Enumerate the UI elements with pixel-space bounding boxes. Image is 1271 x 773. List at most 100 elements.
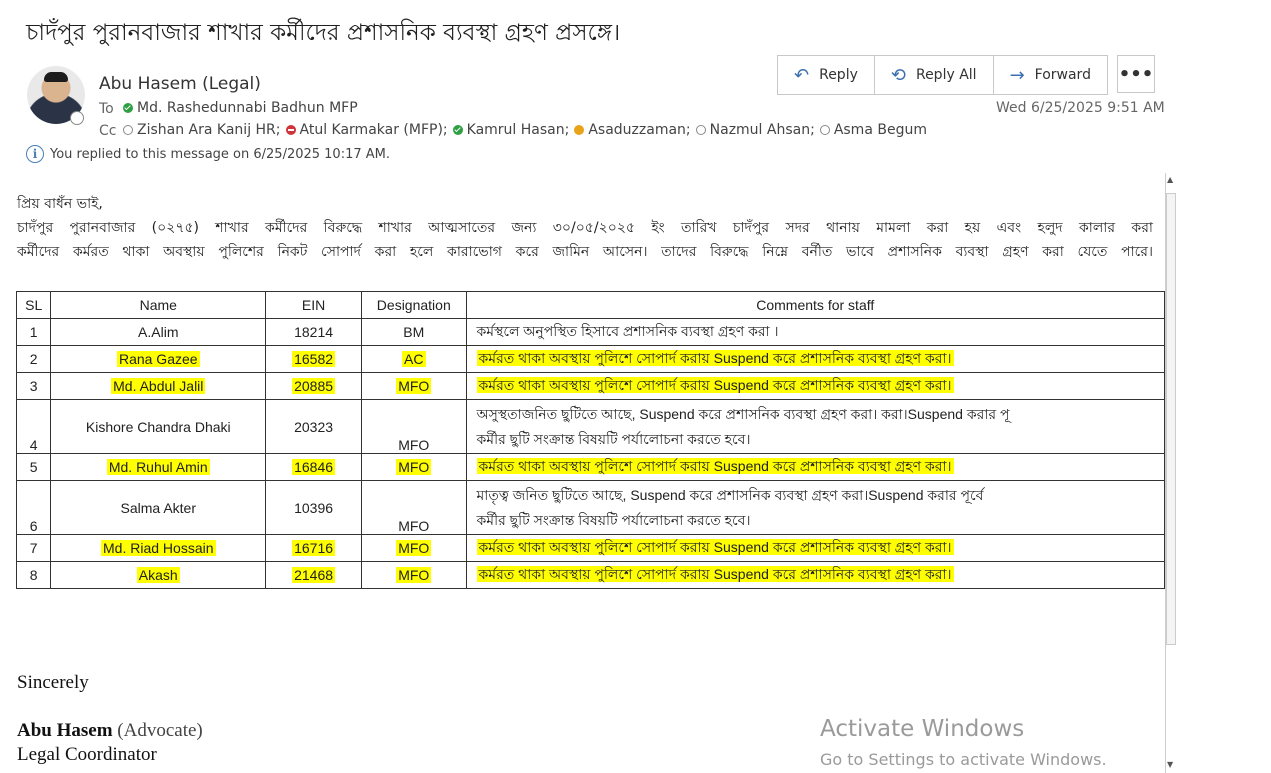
cell-comment-line-2: কর্মীর ছুটি সংক্রান্ত বিষয়টি পর্যালোচনা… bbox=[476, 430, 751, 447]
header-name: Name bbox=[50, 291, 267, 319]
cell-comment: কর্মস্থলে অনুপস্থিত হিসাবে প্রশাসনিক ব্য… bbox=[465, 318, 1165, 346]
cell-sl-text: 1 bbox=[29, 324, 38, 340]
scroll-up-icon[interactable]: ▲ bbox=[1167, 175, 1173, 184]
cell-comment: কর্মরত থাকা অবস্থায় পুলিশে সোপার্দ করায… bbox=[465, 372, 1165, 400]
cell-sl: 5 bbox=[15, 453, 52, 481]
cell-sl-text: 3 bbox=[29, 378, 38, 394]
header-designation: Designation bbox=[361, 291, 467, 319]
cell-ein-text: 20323 bbox=[294, 418, 334, 435]
cell-designation-text: MFO bbox=[396, 540, 432, 556]
body-paragraph-line-2: কর্মীদের কর্মরত থাকা অবস্থায় পুলিশের নি… bbox=[17, 244, 1153, 260]
cell-sl: 7 bbox=[15, 534, 52, 562]
cell-comment: কর্মরত থাকা অবস্থায় পুলিশে সোপার্দ করায… bbox=[465, 561, 1165, 589]
signature-closing: Sincerely bbox=[17, 672, 89, 693]
cell-comment-text: কর্মস্থলে অনুপস্থিত হিসাবে প্রশাসনিক ব্য… bbox=[476, 323, 779, 339]
cell-name: Rana Gazee bbox=[50, 345, 267, 373]
cell-designation: AC bbox=[361, 345, 467, 373]
signature-role: Legal Coordinator bbox=[17, 744, 157, 765]
cell-sl-text: 6 bbox=[29, 518, 38, 534]
salutation: প্রিয় বাধঁন ভাই, bbox=[17, 196, 103, 212]
cell-designation-text: MFO bbox=[396, 567, 432, 583]
cell-designation-text: MFO bbox=[398, 518, 430, 534]
signature-name: Abu Hasem bbox=[17, 720, 113, 741]
cell-name-text: Md. Riad Hossain bbox=[101, 540, 216, 556]
cell-sl: 6 bbox=[15, 480, 52, 535]
cell-comment: কর্মরত থাকা অবস্থায় পুলিশে সোপার্দ করায… bbox=[465, 345, 1165, 373]
cell-comment-line-2: কর্মীর ছুটি সংক্রান্ত বিষয়টি পর্যালোচনা… bbox=[476, 511, 751, 528]
scroll-down-icon[interactable]: ▼ bbox=[1167, 760, 1173, 769]
cell-ein-text: 16716 bbox=[292, 540, 336, 556]
activate-windows-title: Activate Windows bbox=[820, 716, 1025, 742]
cell-comment-text: কর্মরত থাকা অবস্থায় পুলিশে সোপার্দ করায… bbox=[476, 566, 954, 582]
signature-name-line: Abu Hasem (Advocate) bbox=[17, 720, 203, 742]
header-ein: EIN bbox=[265, 291, 363, 319]
table-row: 4 Kishore Chandra Dhaki 20323 MFO অসুস্থতাজন… bbox=[15, 399, 1165, 454]
cell-sl-text: 8 bbox=[29, 567, 38, 583]
cell-sl: 3 bbox=[15, 372, 52, 400]
cell-ein: 16582 bbox=[265, 345, 363, 373]
cell-sl-text: 2 bbox=[29, 351, 38, 367]
table-row: 6 Salma Akter 10396 MFO মাতৃত্ব জনিত ছুটিতে … bbox=[15, 480, 1165, 535]
cell-ein-text: 18214 bbox=[294, 324, 334, 340]
cell-ein-text: 21468 bbox=[292, 567, 336, 583]
table-header-row: SL Name EIN Designation Comments for sta… bbox=[15, 291, 1165, 319]
scrollbar-thumb[interactable] bbox=[1166, 193, 1176, 645]
header-comments: Comments for staff bbox=[465, 291, 1165, 319]
cell-name-text: A.Alim bbox=[138, 324, 179, 340]
cell-comment: অসুস্থতাজনিত ছুটিতে আছে, Suspend করে প্র… bbox=[465, 399, 1165, 454]
cell-designation: MFO bbox=[361, 453, 467, 481]
cell-name-text: Kishore Chandra Dhaki bbox=[85, 418, 231, 435]
cell-designation: MFO bbox=[361, 399, 467, 454]
cell-designation-text: BM bbox=[403, 324, 425, 340]
cell-ein: 21468 bbox=[265, 561, 363, 589]
table-row: 5 Md. Ruhul Amin 16846 MFO কর্মরত থাকা অবস্থ… bbox=[15, 453, 1165, 481]
cell-comment: কর্মরত থাকা অবস্থায় পুলিশে সোপার্দ করায… bbox=[465, 453, 1165, 481]
cell-designation: MFO bbox=[361, 534, 467, 562]
cell-sl: 2 bbox=[15, 345, 52, 373]
cell-ein: 20885 bbox=[265, 372, 363, 400]
cell-comment-text: কর্মরত থাকা অবস্থায় পুলিশে সোপার্দ করায… bbox=[476, 458, 954, 474]
cell-ein: 20323 bbox=[265, 399, 363, 454]
cell-designation-text: MFO bbox=[396, 378, 432, 394]
cell-name: Md. Abdul Jalil bbox=[50, 372, 267, 400]
cell-sl: 4 bbox=[15, 399, 52, 454]
cell-comment-text: মাতৃত্ব জনিত ছুটিতে আছে, Suspend করে প্র… bbox=[476, 486, 984, 503]
cell-ein-text: 16846 bbox=[292, 459, 336, 475]
staff-table: SL Name EIN Designation Comments for sta… bbox=[15, 291, 1165, 589]
cell-comment-text: কর্মরত থাকা অবস্থায় পুলিশে সোপার্দ করায… bbox=[476, 377, 954, 393]
cell-comment-text: কর্মরত থাকা অবস্থায় পুলিশে সোপার্দ করায… bbox=[476, 539, 954, 555]
cell-sl-text: 5 bbox=[29, 459, 38, 475]
cell-comment-text: অসুস্থতাজনিত ছুটিতে আছে, Suspend করে প্র… bbox=[476, 405, 1010, 422]
table-row: 2 Rana Gazee 16582 AC কর্মরত থাকা অবস্থায় প… bbox=[15, 345, 1165, 373]
cell-sl-text: 7 bbox=[29, 540, 38, 556]
activate-windows-subtitle: Go to Settings to activate Windows. bbox=[820, 750, 1107, 769]
cell-designation: BM bbox=[361, 318, 467, 346]
body-paragraph-line-1: চাদঁপুর পুরানবাজার (০২৭৫) শাখার কর্মীদের… bbox=[17, 220, 1153, 236]
cell-name-text: Md. Ruhul Amin bbox=[106, 459, 210, 475]
vertical-scrollbar[interactable]: ▲ ▼ bbox=[1165, 173, 1176, 773]
cell-designation: MFO bbox=[361, 480, 467, 535]
cell-name: A.Alim bbox=[50, 318, 267, 346]
cell-sl: 1 bbox=[15, 318, 52, 346]
table-row: 3 Md. Abdul Jalil 20885 MFO কর্মরত থাকা অবস্… bbox=[15, 372, 1165, 400]
cell-name-text: Akash bbox=[136, 567, 180, 583]
table-row: 7 Md. Riad Hossain 16716 MFO কর্মরত থাকা অবস… bbox=[15, 534, 1165, 562]
cell-name: Md. Riad Hossain bbox=[50, 534, 267, 562]
cell-comment-text: কর্মরত থাকা অবস্থায় পুলিশে সোপার্দ করায… bbox=[476, 350, 954, 366]
cell-designation-text: MFO bbox=[398, 437, 430, 453]
cell-ein-text: 10396 bbox=[294, 499, 334, 516]
table-row: 8 Akash 21468 MFO কর্মরত থাকা অবস্থায় পুলিশ… bbox=[15, 561, 1165, 589]
cell-ein: 16846 bbox=[265, 453, 363, 481]
cell-name: Salma Akter bbox=[50, 480, 267, 535]
cell-name: Kishore Chandra Dhaki bbox=[50, 399, 267, 454]
cell-ein: 10396 bbox=[265, 480, 363, 535]
cell-designation: MFO bbox=[361, 561, 467, 589]
signature-title: (Advocate) bbox=[117, 720, 203, 741]
cell-comment: মাতৃত্ব জনিত ছুটিতে আছে, Suspend করে প্র… bbox=[465, 480, 1165, 535]
cell-designation: MFO bbox=[361, 372, 467, 400]
cell-comment: কর্মরত থাকা অবস্থায় পুলিশে সোপার্দ করায… bbox=[465, 534, 1165, 562]
cell-ein: 16716 bbox=[265, 534, 363, 562]
cell-ein-text: 20885 bbox=[292, 378, 336, 394]
cell-name: Md. Ruhul Amin bbox=[50, 453, 267, 481]
message-body: প্রিয় বাধঁন ভাই, চাদঁপুর পুরানবাজার (০২… bbox=[0, 0, 1165, 773]
